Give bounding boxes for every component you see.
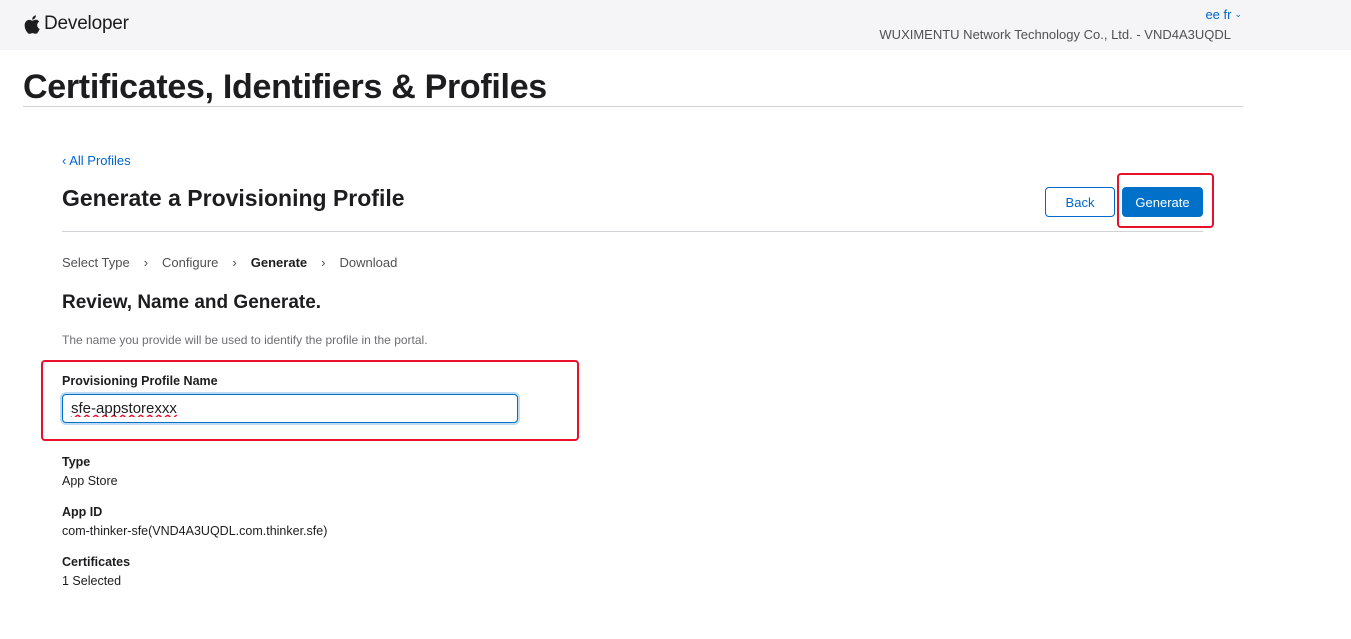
generate-highlight-box xyxy=(1117,173,1214,228)
team-name: WUXIMENTU Network Technology Co., Ltd. -… xyxy=(879,27,1231,42)
certificates-label: Certificates xyxy=(62,555,131,569)
user-menu[interactable]: ee fr ⌄ xyxy=(1205,7,1242,22)
chevron-right-icon: › xyxy=(321,255,326,270)
step-generate: Generate xyxy=(250,255,308,270)
step-select-type: Select Type xyxy=(62,255,130,270)
chevron-right-icon: › xyxy=(232,255,237,270)
back-button[interactable]: Back xyxy=(1045,187,1115,217)
apple-developer-logo[interactable]: Developer xyxy=(24,13,129,35)
certificates-value: 1 Selected xyxy=(62,574,122,588)
divider xyxy=(23,106,1243,107)
type-value: App Store xyxy=(62,474,118,488)
apple-icon xyxy=(24,14,40,34)
all-profiles-link[interactable]: ‹ All Profiles xyxy=(62,153,131,168)
section-title: Generate a Provisioning Profile xyxy=(62,185,405,211)
divider xyxy=(62,231,1203,232)
top-bar: Developer ee fr ⌄ WUXIMENTU Network Tech… xyxy=(0,0,1351,50)
app-id-label: App ID xyxy=(62,505,103,519)
chevron-down-icon: ⌄ xyxy=(1234,9,1242,19)
type-label: Type xyxy=(62,455,91,469)
user-name: ee fr xyxy=(1205,7,1232,22)
step-download: Download xyxy=(339,255,398,270)
name-field-highlight-box xyxy=(41,360,579,441)
review-title: Review, Name and Generate. xyxy=(62,292,322,313)
description-text: The name you provide will be used to ide… xyxy=(62,333,428,347)
brand-text: Developer xyxy=(44,13,129,34)
app-id-value: com-thinker-sfe(VND4A3UQDL.com.thinker.s… xyxy=(62,524,328,538)
page-title: Certificates, Identifiers & Profiles xyxy=(23,68,547,106)
step-configure: Configure xyxy=(162,255,219,270)
step-breadcrumb: Select Type › Configure › Generate › Dow… xyxy=(62,255,397,270)
chevron-right-icon: › xyxy=(143,255,149,270)
